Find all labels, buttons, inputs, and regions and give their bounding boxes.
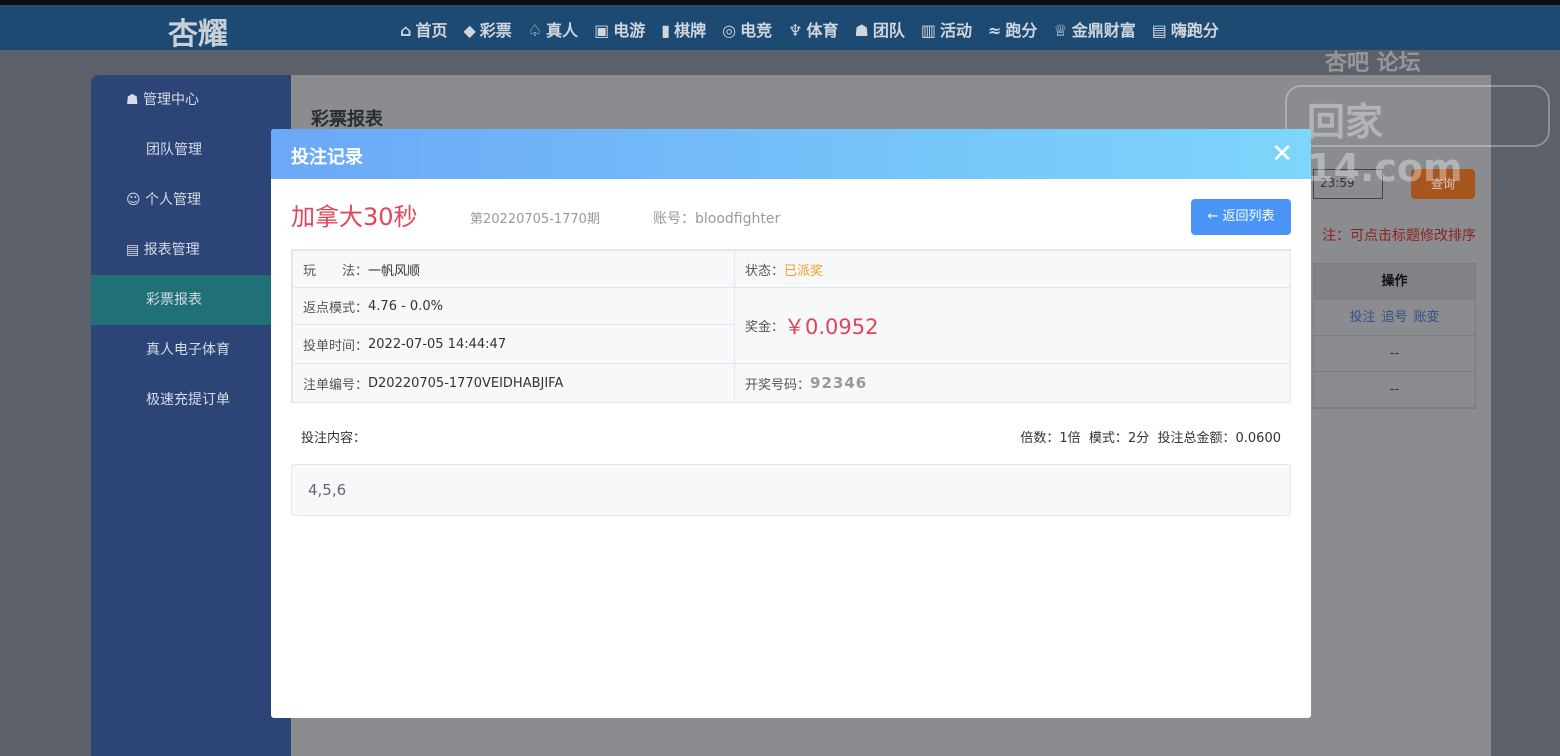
nav-slots[interactable]: ▣ 电游 <box>594 17 645 41</box>
order-field: 注单编号： D20220705-1770VEIDHABJIFA <box>292 363 735 403</box>
bet-details: 玩 法： 一帆风顺 状态： 已派奖 返点模式： 4.76 - 0.0% 奖金： ￥0.0… <box>291 249 1291 403</box>
end-date-input[interactable]: 23:59 <box>1313 169 1383 199</box>
slots-icon: ▣ <box>594 21 610 40</box>
nav-cards[interactable]: ▮ 棋牌 <box>661 17 706 41</box>
table-row: -- <box>1314 372 1475 408</box>
play-field: 玩 法： 一帆风顺 <box>292 250 735 288</box>
nav-run[interactable]: ≈ 跑分 <box>988 17 1037 41</box>
bet-link[interactable]: 投注 <box>1349 310 1375 325</box>
team-icon: ☗ <box>854 21 869 40</box>
team-icon: ☗ <box>126 92 144 108</box>
sidebar-item-live-sports[interactable]: 真人电子体育 <box>91 325 291 375</box>
issue-number: 第20220705-1770期 <box>470 212 600 227</box>
report-table: 操作 投注 追号 账变 -- -- <box>1313 263 1476 409</box>
sidebar-item-team[interactable]: 团队管理 <box>91 125 291 175</box>
nav-esports[interactable]: ◎ 电竞 <box>722 17 772 41</box>
user-icon: ☺ <box>126 192 146 208</box>
lottery-name: 加拿大30秒 <box>291 203 418 231</box>
chase-link[interactable]: 追号 <box>1381 310 1407 325</box>
status-field: 状态： 已派奖 <box>734 250 1291 288</box>
content-label: 投注内容： <box>301 431 367 446</box>
back-to-list-button[interactable]: ← 返回列表 <box>1191 199 1291 235</box>
sidebar: ☗ 管理中心 团队管理 ☺ 个人管理 ▤ 报表管理 彩票报表 真人电子体育 极速… <box>91 75 291 756</box>
sidebar-group-personal[interactable]: ☺ 个人管理 <box>91 175 291 225</box>
lottery-icon: ◆ <box>463 21 476 40</box>
bet-content: 4,5,6 <box>291 464 1291 516</box>
hi-icon: ▤ <box>1151 21 1167 40</box>
gift-icon: ▥ <box>920 21 936 40</box>
rebate-field: 返点模式： 4.76 - 0.0% <box>292 287 735 325</box>
nav-wealth[interactable]: ♕ 金鼎财富 <box>1053 17 1135 41</box>
prize-field: 奖金： ￥0.0952 <box>734 287 1291 364</box>
modal-title: 投注记录 <box>271 129 1311 179</box>
close-icon[interactable]: ✕ <box>1271 139 1293 169</box>
file-icon: ▤ <box>126 242 144 258</box>
nav-lottery[interactable]: ◆ 彩票 <box>463 17 511 41</box>
bet-summary: 倍数：1倍 模式：2分 投注总金额：0.0600 <box>1020 431 1281 446</box>
wealth-icon: ♕ <box>1053 21 1068 40</box>
live-icon: ♤ <box>527 21 543 40</box>
nav-live[interactable]: ♤ 真人 <box>528 17 578 41</box>
nav-hi-run[interactable]: ▤ 嗨跑分 <box>1152 17 1219 41</box>
sidebar-group-management[interactable]: ☗ 管理中心 <box>91 75 291 125</box>
top-nav-bar: 杏耀 ⌂ 首页 ◆ 彩票 ♤ 真人 ▣ 电游 ▮ 棋牌 ◎ 电竞 ♆ 体育 ☗ 团队 ▥ 活动 ≈… <box>0 0 1560 53</box>
nav-home[interactable]: ⌂ 首页 <box>400 17 447 41</box>
sidebar-item-fast-orders[interactable]: 极速充提订单 <box>91 375 291 425</box>
nav-team[interactable]: ☗ 团队 <box>854 17 904 41</box>
home-icon: ⌂ <box>400 21 412 40</box>
cards-icon: ▮ <box>661 21 671 40</box>
bet-record-modal: 投注记录 ✕ 加拿大30秒 第20220705-1770期 账号：bloodfi… <box>271 129 1311 718</box>
nav-activity[interactable]: ▥ 活动 <box>921 17 972 41</box>
table-row: -- <box>1314 336 1475 372</box>
page-title: 彩票报表 <box>311 109 383 130</box>
query-button[interactable]: 查询 <box>1411 169 1475 199</box>
nav-sports[interactable]: ♆ 体育 <box>788 17 838 41</box>
sidebar-group-reports[interactable]: ▤ 报表管理 <box>91 225 291 275</box>
account: 账号：bloodfighter <box>653 211 781 227</box>
time-field: 投单时间： 2022-07-05 14:44:47 <box>292 324 735 364</box>
sort-note: 注：可点击标题修改排序 <box>1322 228 1476 244</box>
gamepad-icon: ◎ <box>722 21 737 40</box>
table-row: 投注 追号 账变 <box>1314 300 1475 336</box>
run-icon: ≈ <box>987 21 1002 40</box>
status-badge: 已派奖 <box>784 263 824 279</box>
sidebar-item-lottery-report[interactable]: 彩票报表 <box>91 275 291 325</box>
main-nav: ⌂ 首页 ◆ 彩票 ♤ 真人 ▣ 电游 ▮ 棋牌 ◎ 电竞 ♆ 体育 ☗ 团队 ▥ 活动 ≈ 跑分 … <box>400 17 1219 41</box>
logo[interactable]: 杏耀 <box>168 9 228 53</box>
ledger-link[interactable]: 账变 <box>1414 310 1440 325</box>
draw-field: 开奖号码： 92346 <box>734 363 1291 403</box>
column-header-actions[interactable]: 操作 <box>1314 264 1475 300</box>
trophy-icon: ♆ <box>788 21 803 40</box>
